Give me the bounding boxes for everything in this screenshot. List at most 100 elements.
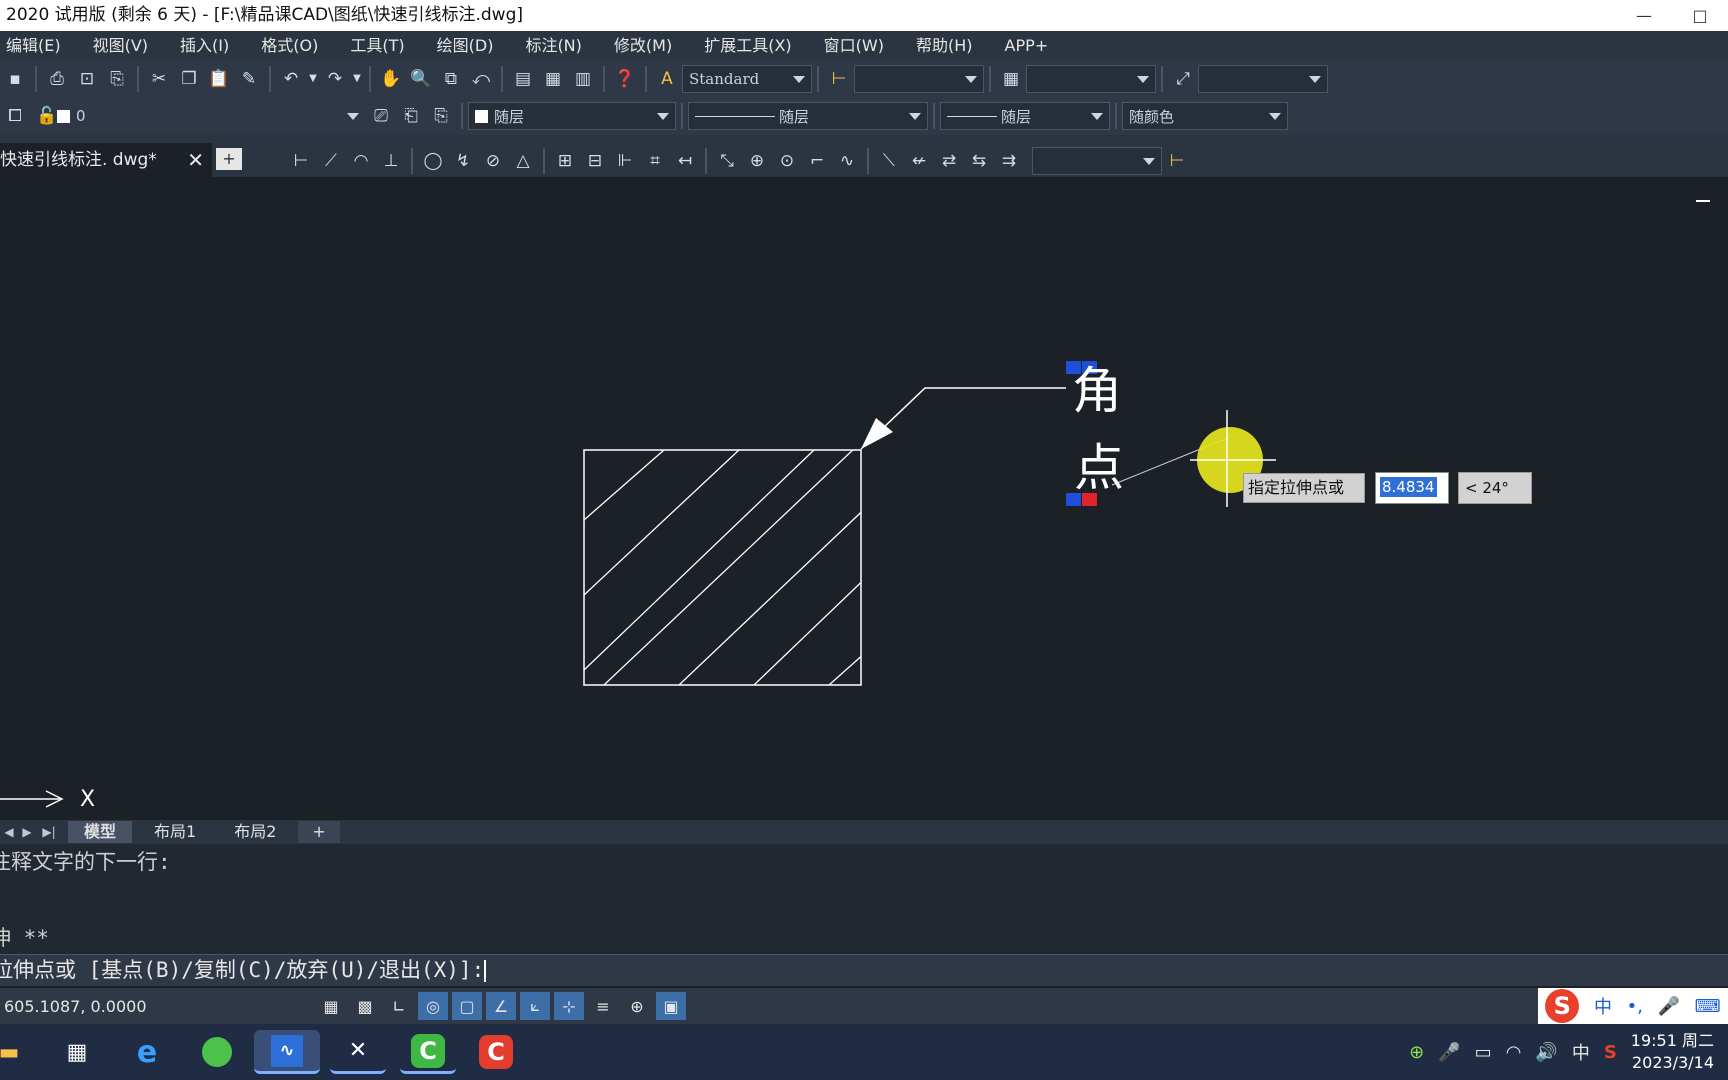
table-style-dropdown[interactable] bbox=[1026, 64, 1156, 93]
dynamic-input-angle[interactable]: < 24° bbox=[1458, 472, 1532, 504]
linear-dimension-icon[interactable]: ⊢ bbox=[286, 146, 316, 176]
menu-dimension[interactable]: 标注(N) bbox=[519, 31, 595, 60]
close-icon[interactable]: ✕ bbox=[187, 143, 204, 177]
dimension-style-dropdown[interactable] bbox=[854, 64, 984, 93]
redo-icon[interactable]: ↷ bbox=[320, 64, 350, 94]
aligned-dimension-icon[interactable]: ⟋ bbox=[316, 146, 346, 176]
layer-previous-icon[interactable]: ⎗ bbox=[396, 101, 426, 131]
make-current-layer-icon[interactable]: ⎚ bbox=[366, 101, 396, 131]
hatch-pattern[interactable] bbox=[584, 430, 874, 685]
menu-view[interactable]: 视图(V) bbox=[87, 31, 162, 60]
document-tab[interactable]: 快速引线标注. dwg* ✕ bbox=[0, 143, 212, 177]
menu-edit[interactable]: 编辑(E) bbox=[0, 31, 75, 60]
cad-app-icon[interactable]: ∿ bbox=[254, 1030, 320, 1074]
baseline-dimension-icon[interactable]: ⊟ bbox=[580, 146, 610, 176]
dimension-update-icon[interactable]: ⇄ bbox=[934, 146, 964, 176]
browser-green-icon[interactable] bbox=[194, 1030, 240, 1074]
menu-window[interactable]: 窗口(W) bbox=[818, 31, 898, 60]
polar-tracking-icon[interactable]: ◎ bbox=[418, 992, 448, 1020]
center-mark-icon[interactable]: ⊕ bbox=[742, 146, 772, 176]
menu-tools[interactable]: 工具(T) bbox=[344, 31, 418, 60]
undo-dropdown-icon[interactable]: ▼ bbox=[306, 64, 320, 94]
leader-line[interactable] bbox=[860, 387, 1066, 450]
undo-icon[interactable]: ↶ bbox=[276, 64, 306, 94]
design-center-icon[interactable]: ▦ bbox=[538, 64, 568, 94]
print-icon[interactable]: ⎙ bbox=[42, 64, 72, 94]
text-style-dropdown[interactable]: Standard bbox=[682, 64, 812, 93]
diameter-dimension-icon[interactable]: ⊘ bbox=[478, 146, 508, 176]
lineweight-dropdown[interactable]: 随层 bbox=[940, 102, 1110, 130]
nav-next-icon[interactable]: ▶ bbox=[18, 825, 36, 839]
restore-button[interactable]: □ bbox=[1672, 0, 1728, 31]
clock[interactable]: 19:51 周二 2023/3/14 bbox=[1631, 1030, 1728, 1074]
dynamic-ucs-icon[interactable]: ⟀ bbox=[520, 992, 550, 1020]
zoom-realtime-icon[interactable]: 🔍 bbox=[406, 64, 436, 94]
file-explorer-icon[interactable]: ▬ bbox=[0, 1030, 32, 1074]
dynamic-input-icon[interactable]: ⊹ bbox=[554, 992, 584, 1020]
object-snap-tracking-icon[interactable]: ∠ bbox=[486, 992, 516, 1020]
dimension-text-edit-icon[interactable]: ↚ bbox=[904, 146, 934, 176]
nav-last-icon[interactable]: ▶| bbox=[36, 825, 62, 839]
inspect-icon[interactable]: ⊙ bbox=[772, 146, 802, 176]
angular-dimension-icon[interactable]: △ bbox=[508, 146, 538, 176]
tray-microphone-icon[interactable]: 🎤 bbox=[1438, 1042, 1460, 1063]
layer-dropdown[interactable]: 🔓 0 bbox=[30, 102, 366, 130]
plot-style-dropdown[interactable]: 随颜色 bbox=[1122, 102, 1288, 130]
keyboard-icon[interactable]: ⌨ bbox=[1695, 996, 1721, 1017]
arc-length-icon[interactable]: ◠ bbox=[346, 146, 376, 176]
store-icon[interactable]: ▦ bbox=[54, 1030, 100, 1074]
dimension-space-icon[interactable]: ⌗ bbox=[640, 146, 670, 176]
battery-icon[interactable]: ▭ bbox=[1475, 1042, 1492, 1063]
rectangle-outline[interactable] bbox=[583, 449, 862, 686]
ie-browser-icon[interactable]: e bbox=[124, 1030, 170, 1074]
volume-icon[interactable]: 🔊 bbox=[1535, 1042, 1557, 1063]
layer-state-icon[interactable]: ⎘ bbox=[426, 101, 456, 131]
tray-language[interactable]: 中 bbox=[1572, 1039, 1590, 1065]
pan-icon[interactable]: ✋ bbox=[376, 64, 406, 94]
capcut-icon[interactable]: ✕ bbox=[330, 1030, 386, 1074]
print-preview-icon[interactable]: ⊡ bbox=[72, 64, 102, 94]
camtasia-green-icon[interactable]: C bbox=[400, 1030, 456, 1074]
zoom-window-icon[interactable]: ⧉ bbox=[436, 64, 466, 94]
quick-properties-icon[interactable]: ▣ bbox=[656, 992, 686, 1020]
selection-cycling-icon[interactable]: ⊕ bbox=[622, 992, 652, 1020]
object-snap-icon[interactable]: ▢ bbox=[452, 992, 482, 1020]
redo-dropdown-icon[interactable]: ▼ bbox=[350, 64, 364, 94]
ime-language[interactable]: 中 bbox=[1594, 993, 1612, 1019]
sogou-logo-icon[interactable]: S bbox=[1545, 989, 1580, 1023]
command-input[interactable]: 拉伸点或 [基点(B)/复制(C)/放弃(U)/退出(X)]: bbox=[0, 954, 1728, 986]
menu-help[interactable]: 帮助(H) bbox=[910, 31, 987, 60]
dimension-edit-icon[interactable]: ⟍ bbox=[874, 146, 904, 176]
tool-palettes-icon[interactable]: ▥ bbox=[568, 64, 598, 94]
menu-draw[interactable]: 绘图(D) bbox=[431, 31, 508, 60]
ime-punctuation[interactable]: •, bbox=[1627, 996, 1643, 1017]
microphone-icon[interactable]: 🎤 bbox=[1658, 996, 1680, 1017]
zoom-previous-icon[interactable]: ⤺ bbox=[466, 64, 496, 94]
minimize-button[interactable]: — bbox=[1616, 0, 1672, 31]
quick-dimension-icon[interactable]: ⊞ bbox=[550, 146, 580, 176]
ortho-icon[interactable]: ∟ bbox=[384, 992, 414, 1020]
cut-icon[interactable]: ✂ bbox=[144, 64, 174, 94]
dimension-reassociate-icon[interactable]: ⇉ bbox=[994, 146, 1024, 176]
help-icon[interactable]: ❓ bbox=[610, 64, 640, 94]
grid-icon[interactable]: ▦ bbox=[316, 992, 346, 1020]
match-properties-icon[interactable]: ✎ bbox=[234, 64, 264, 94]
multileader-style-dropdown[interactable] bbox=[1198, 64, 1328, 93]
layer-properties-icon[interactable]: ⧠ bbox=[0, 101, 30, 131]
menu-app-plus[interactable]: APP+ bbox=[999, 31, 1063, 60]
dimension-break-icon[interactable]: ↤ bbox=[670, 146, 700, 176]
properties-icon[interactable]: ▤ bbox=[508, 64, 538, 94]
tolerance-icon[interactable]: ⤡ bbox=[712, 146, 742, 176]
radius-dimension-icon[interactable]: ◯ bbox=[418, 146, 448, 176]
continue-dimension-icon[interactable]: ⊩ bbox=[610, 146, 640, 176]
tab-model[interactable]: 模型 bbox=[68, 821, 133, 843]
copy-icon[interactable]: ❐ bbox=[174, 64, 204, 94]
dimension-jog-icon[interactable]: ∿ bbox=[832, 146, 862, 176]
tab-layout1[interactable]: 布局1 bbox=[138, 821, 212, 843]
mtext-char-2[interactable]: 点 bbox=[1074, 443, 1124, 493]
menu-modify[interactable]: 修改(M) bbox=[608, 31, 686, 60]
add-layout-button[interactable]: + bbox=[298, 821, 340, 843]
menu-express-tools[interactable]: 扩展工具(X) bbox=[698, 31, 805, 60]
jogged-dimension-icon[interactable]: ↯ bbox=[448, 146, 478, 176]
save-icon[interactable]: ▪ bbox=[0, 64, 30, 94]
